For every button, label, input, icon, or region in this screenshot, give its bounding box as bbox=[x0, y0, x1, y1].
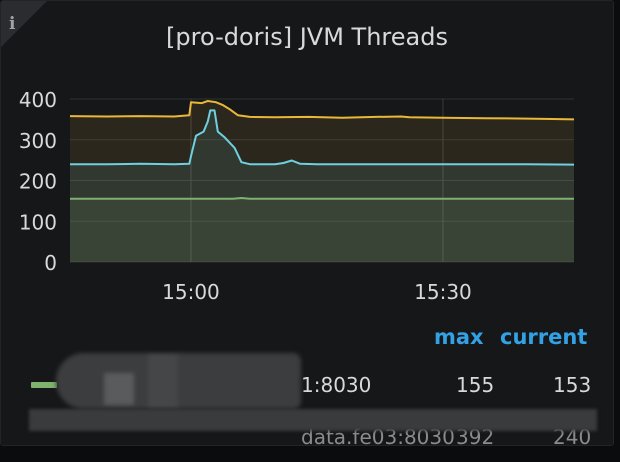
x-tick-label: 15:00 bbox=[162, 280, 220, 304]
legend-series-name[interactable]: 1:8030 bbox=[301, 373, 371, 397]
redaction-blur bbox=[29, 409, 597, 431]
y-tick-label: 400 bbox=[19, 88, 57, 112]
legend-swatch[interactable] bbox=[31, 382, 57, 388]
legend-series-max: 155 bbox=[456, 373, 495, 397]
series-line bbox=[70, 197, 574, 200]
x-tick-label: 15:30 bbox=[414, 280, 472, 304]
y-tick-label: 0 bbox=[44, 251, 57, 275]
legend-header-current[interactable]: current bbox=[500, 325, 587, 349]
graph-panel: i [pro-doris] JVM Threads 0 100 200 300 400 1… bbox=[0, 0, 614, 446]
redaction-blur bbox=[56, 353, 301, 409]
y-tick-label: 200 bbox=[19, 170, 57, 194]
legend-series-current: 153 bbox=[553, 373, 592, 397]
y-tick-label: 300 bbox=[19, 129, 57, 153]
line-chart: 0 100 200 300 400 15:00 15:30 bbox=[19, 88, 575, 304]
series-area bbox=[70, 198, 574, 262]
legend-header-max[interactable]: max bbox=[434, 325, 484, 349]
y-tick-label: 100 bbox=[19, 210, 57, 234]
series-line bbox=[69, 100, 575, 121]
